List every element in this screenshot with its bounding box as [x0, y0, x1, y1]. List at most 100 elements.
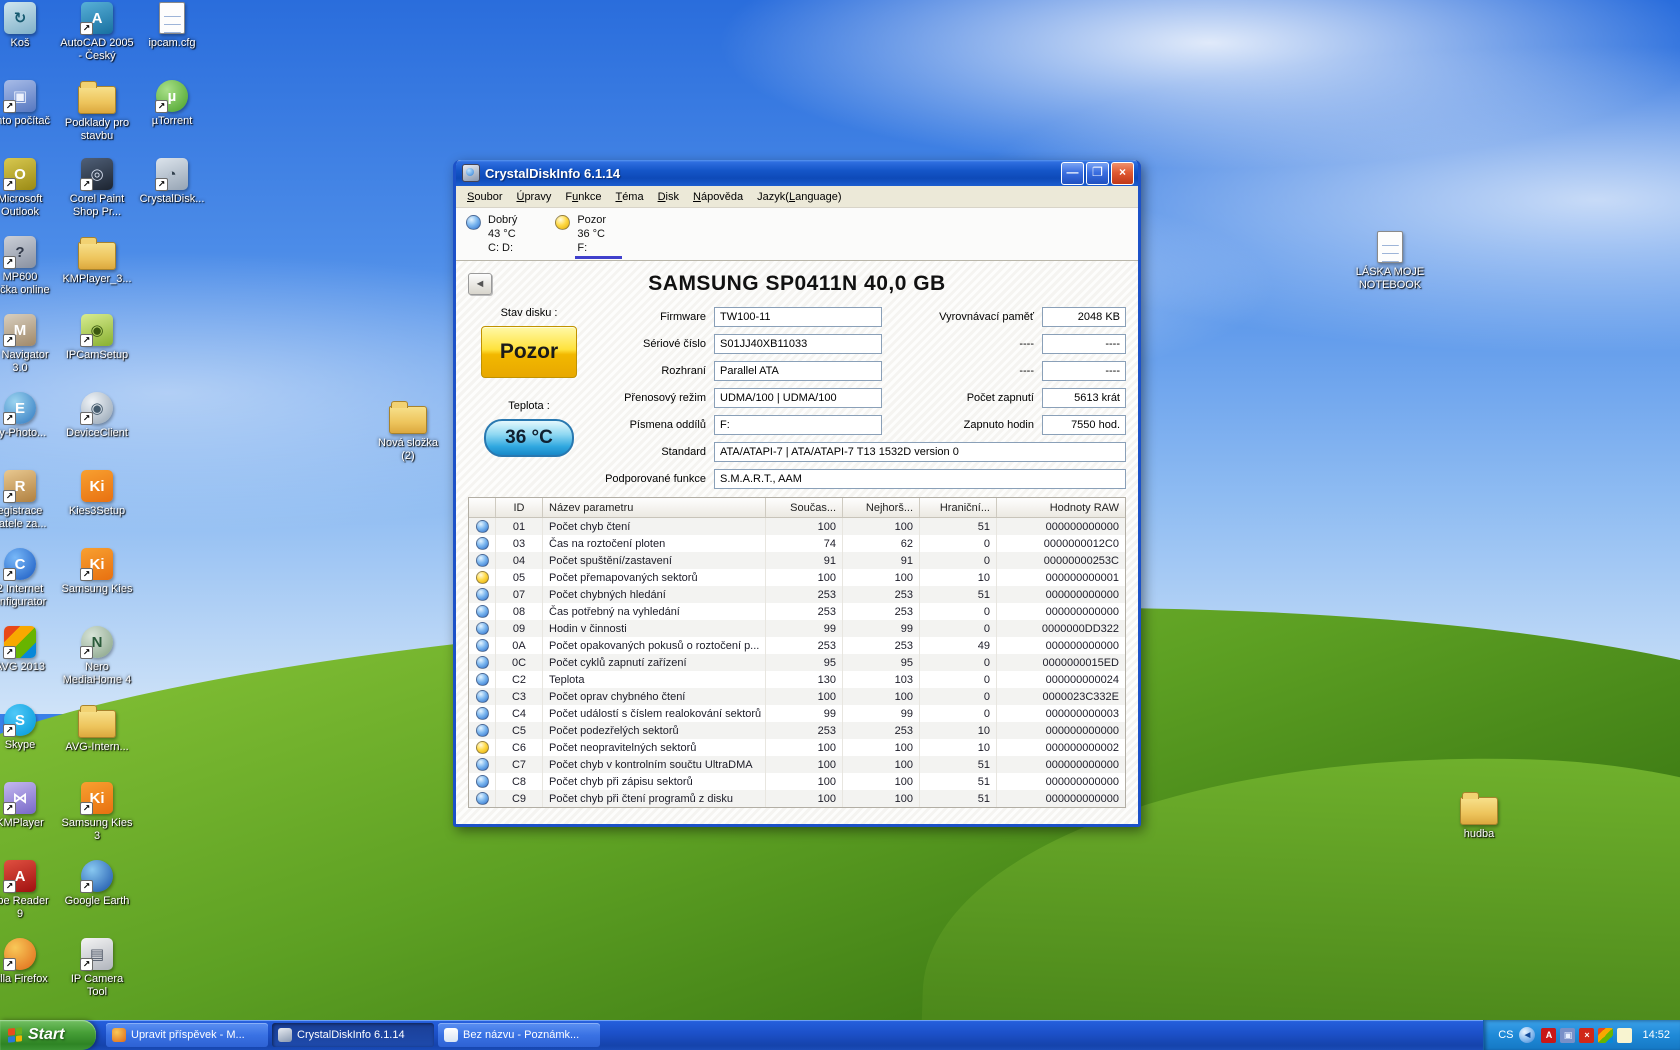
- field-value-box[interactable]: Parallel ATA: [714, 361, 882, 381]
- desktop-icon-laska-note-file[interactable]: LÁSKA MOJENOTEBOOK: [1348, 231, 1432, 292]
- field-value-box[interactable]: ----: [1042, 361, 1126, 381]
- desktop-icon-utorrent[interactable]: µ↗µTorrent: [130, 80, 214, 128]
- smart-table-row[interactable]: 04Počet spuštění/zastavení91910000000002…: [469, 552, 1125, 569]
- desktop-icon-mp600-manual[interactable]: ?↗MP600ručka online: [0, 236, 62, 297]
- field-value-box[interactable]: TW100-11: [714, 307, 882, 327]
- network-tray-icon[interactable]: ▣: [1560, 1028, 1575, 1043]
- menu-item-soubor[interactable]: Soubor: [460, 188, 509, 206]
- menu-item-tema[interactable]: Téma: [608, 188, 650, 206]
- field-value-box[interactable]: ATA/ATAPI-7 | ATA/ATAPI-7 T13 1532D vers…: [714, 442, 1126, 462]
- desktop-icon-device-client[interactable]: ◉↗DeviceClient: [55, 392, 139, 440]
- desktop-icon-adobe-reader[interactable]: A↗obe Reader9: [0, 860, 62, 921]
- taskbar-clock[interactable]: 14:52: [1642, 1029, 1670, 1041]
- minimize-button[interactable]: —: [1061, 162, 1084, 185]
- desktop-icon-ip-camera-tool[interactable]: ▤↗IP CameraTool: [55, 938, 139, 999]
- tray-chevron-icon[interactable]: ◄: [1519, 1027, 1535, 1043]
- menu-item-upravy[interactable]: Úpravy: [509, 188, 558, 206]
- ipcam-setup-icon: ◉↗: [81, 314, 113, 346]
- taskbar-tasks: Upravit příspěvek - M...CrystalDiskInfo …: [96, 1020, 1483, 1050]
- smart-table-row[interactable]: C4Počet událostí s číslem realokování se…: [469, 705, 1125, 722]
- notes-tray-icon[interactable]: [1617, 1028, 1632, 1043]
- desktop-icon-crystaldisk-shortcut[interactable]: ◔↗CrystalDisk...: [130, 158, 214, 206]
- smart-column-header[interactable]: Hraniční...: [920, 498, 997, 517]
- field-value-box[interactable]: ----: [1042, 334, 1126, 354]
- desktop-icon-google-earth[interactable]: ↗Google Earth: [55, 860, 139, 908]
- menu-item-jazyk-language[interactable]: Jazyk(Language): [750, 188, 848, 206]
- smart-table-row[interactable]: C2Teplota1301030000000000024: [469, 671, 1125, 688]
- smart-column-header[interactable]: ID: [496, 498, 543, 517]
- field-value-box[interactable]: F:: [714, 415, 882, 435]
- desktop-icon-firefox[interactable]: ↗zilla Firefox: [0, 938, 62, 986]
- smart-table-row[interactable]: 07Počet chybných hledání2532535100000000…: [469, 586, 1125, 603]
- avg-shield-tray-icon[interactable]: ×: [1579, 1028, 1594, 1043]
- temperature-button[interactable]: 36 °C: [484, 419, 574, 457]
- maximize-button[interactable]: ❐: [1086, 162, 1109, 185]
- desktop-icon-kies3-setup[interactable]: KiKies3Setup: [55, 470, 139, 518]
- desktop-icon-samsung-kies[interactable]: Ki↗Samsung Kies: [55, 548, 139, 596]
- close-button[interactable]: ×: [1111, 162, 1134, 185]
- smart-table-row[interactable]: 01Počet chyb čtení10010051000000000000: [469, 518, 1125, 535]
- smart-table-row[interactable]: C7Počet chyb v kontrolním součtu UltraDM…: [469, 756, 1125, 773]
- smart-table-row[interactable]: C6Počet neopravitelných sektorů100100100…: [469, 739, 1125, 756]
- smart-column-header[interactable]: Nejhorš...: [843, 498, 920, 517]
- smart-column-header[interactable]: [469, 498, 496, 517]
- microsoft-outlook-icon: O↗: [4, 158, 36, 190]
- smart-table-row[interactable]: 03Čas na roztočení ploten746200000000012…: [469, 535, 1125, 552]
- desktop-icon-avg-folder[interactable]: AVG-Intern...: [55, 704, 139, 754]
- smart-table-row[interactable]: C3Počet oprav chybného čtení100100000000…: [469, 688, 1125, 705]
- desktop-icon-user-registration[interactable]: R↗egistracevatele za...: [0, 470, 62, 531]
- desktop-icon-podklady-folder[interactable]: Podklady prostavbu: [55, 80, 139, 143]
- smart-table-row[interactable]: 0APočet opakovaných pokusů o roztočení p…: [469, 637, 1125, 654]
- smart-column-header[interactable]: Součas...: [766, 498, 843, 517]
- smart-table-row[interactable]: C9Počet chyb při čtení programů z disku1…: [469, 790, 1125, 807]
- field-value-box[interactable]: S01JJ40XB11033: [714, 334, 882, 354]
- menu-item-disk[interactable]: Disk: [651, 188, 686, 206]
- back-arrow-button[interactable]: ◄: [468, 273, 492, 295]
- desktop-icon-my-computer[interactable]: ▣↗ento počítač: [0, 80, 62, 128]
- field-value-box[interactable]: UDMA/100 | UDMA/100: [714, 388, 882, 408]
- desktop-icon-nero-mediahome[interactable]: N↗NeroMediaHome 4: [55, 626, 139, 687]
- desktop-icon-paint-shop-pro[interactable]: ◎↗Corel PaintShop Pr...: [55, 158, 139, 219]
- window-titlebar[interactable]: CrystalDiskInfo 6.1.14 — ❐ ×: [456, 160, 1138, 186]
- smart-table-row[interactable]: C5Počet podezřelých sektorů2532531000000…: [469, 722, 1125, 739]
- smart-table-row[interactable]: 05Počet přemapovaných sektorů10010010000…: [469, 569, 1125, 586]
- language-indicator[interactable]: CS: [1498, 1029, 1513, 1041]
- task-button[interactable]: Bez názvu - Poznámk...: [438, 1023, 600, 1047]
- smart-column-header[interactable]: Hodnoty RAW: [997, 498, 1125, 517]
- window-content: ◄ SAMSUNG SP0411N 40,0 GB Stav disku : P…: [456, 261, 1138, 824]
- field-value-box[interactable]: S.M.A.R.T., AAM: [714, 469, 1126, 489]
- smart-table-row[interactable]: 0CPočet cyklů zapnutí zařízení9595000000…: [469, 654, 1125, 671]
- field-value-box[interactable]: 5613 krát: [1042, 388, 1126, 408]
- desktop-icon-microsoft-outlook[interactable]: O↗MicrosoftOutlook: [0, 158, 62, 219]
- start-button[interactable]: Start: [0, 1020, 96, 1050]
- field-value-box[interactable]: 7550 hod.: [1042, 415, 1126, 435]
- desktop-icon-samsung-kies3[interactable]: Ki↗Samsung Kies3: [55, 782, 139, 843]
- adobe-reader-tray-icon[interactable]: A: [1541, 1028, 1556, 1043]
- disk-tab-2[interactable]: Pozor36 °CF:: [555, 212, 614, 260]
- menu-item-napoveda[interactable]: Nápověda: [686, 188, 750, 206]
- desktop-icon-avg-2013[interactable]: ↗AVG 2013: [0, 626, 62, 674]
- disk-tab-1[interactable]: Dobrý43 °CC: D:: [466, 212, 525, 260]
- health-status-button[interactable]: Pozor: [481, 326, 577, 378]
- desktop-icon-kmplayer[interactable]: ⋈↗KMPlayer: [0, 782, 62, 830]
- field-value-box[interactable]: 2048 KB: [1042, 307, 1126, 327]
- desktop-icon-ipcam-setup[interactable]: ◉↗IPCamSetup: [55, 314, 139, 362]
- desktop-icon-nova-slozka-folder[interactable]: Nová složka(2): [366, 400, 450, 463]
- smart-table-row[interactable]: 08Čas potřebný na vyhledání2532530000000…: [469, 603, 1125, 620]
- avg-color-tray-icon[interactable]: [1598, 1028, 1613, 1043]
- desktop-icon-hudba-folder[interactable]: hudba: [1437, 791, 1521, 841]
- desktop-icon-easy-photoprint[interactable]: E↗sy-Photo...: [0, 392, 62, 440]
- desktop-icon-ipcam-cfg[interactable]: ipcam.cfg: [130, 2, 214, 50]
- task-button[interactable]: Upravit příspěvek - M...: [106, 1023, 268, 1047]
- desktop-icon-recycle-bin[interactable]: ↻Koš: [0, 2, 62, 50]
- smart-table-row[interactable]: C8Počet chyb při zápisu sektorů100100510…: [469, 773, 1125, 790]
- menu-item-funkce[interactable]: Funkce: [558, 188, 608, 206]
- task-button[interactable]: CrystalDiskInfo 6.1.14: [272, 1023, 434, 1047]
- desktop-icon-skype[interactable]: S↗Skype: [0, 704, 62, 752]
- desktop-icon-kmplayer-folder[interactable]: KMPlayer_3...: [55, 236, 139, 286]
- desktop-icon-internet-configurator[interactable]: C↗2 Internetonfigurator: [0, 548, 62, 609]
- desktop-icon-mp-navigator[interactable]: M↗P Navigator3.0: [0, 314, 62, 375]
- smart-table-row[interactable]: 09Hodin v činnosti999900000000DD322: [469, 620, 1125, 637]
- smart-column-header[interactable]: Název parametru: [543, 498, 766, 517]
- desktop-icon-autocad-2005[interactable]: A↗AutoCAD 2005- Český: [55, 2, 139, 63]
